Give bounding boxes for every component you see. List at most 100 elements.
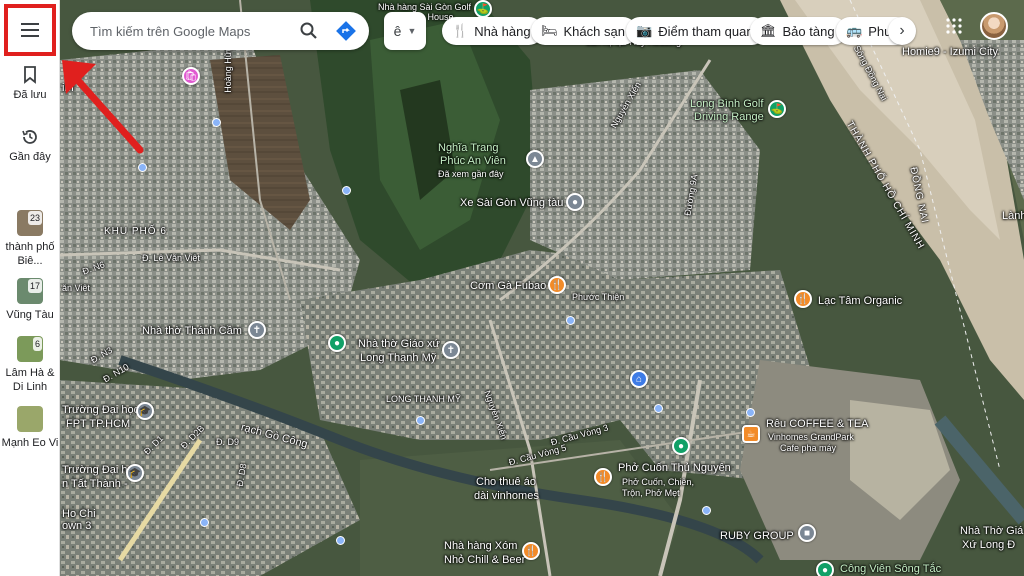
recent-place-label: Lâm Hà & Di Linh xyxy=(5,367,55,393)
chip-attractions[interactable]: 📷 Điểm tham quan xyxy=(626,17,766,45)
label-homie: Homie9 - Izumi City xyxy=(902,46,998,58)
saved-button[interactable]: Đã lưu xyxy=(0,66,60,102)
restaurant-pin[interactable]: 🍴 xyxy=(594,468,612,486)
label-minh3: own 3 xyxy=(62,520,92,532)
transit-dot[interactable] xyxy=(702,506,711,515)
label-long-thanh-my: Long Thạnh Mỹ xyxy=(360,352,437,364)
label-xe-sai-gon: Xe Sài Gòn Vũng tàu xyxy=(460,197,564,209)
restaurant-pin[interactable]: 🍴 xyxy=(794,290,812,308)
place-pin[interactable]: ● xyxy=(328,334,346,352)
label-truong-fpt: Trường Đại học xyxy=(62,404,140,416)
chip-label: Khách sạn xyxy=(563,23,625,39)
label-driving-range: Driving Range xyxy=(694,111,764,123)
left-rail: Đã lưu Gần đây 23 thành phố Biê... 17 Vũng … xyxy=(0,0,60,576)
transit-dot[interactable] xyxy=(212,118,221,127)
cemetery-pin[interactable]: ▲ xyxy=(526,150,544,168)
label-reu-coffee: Rêu COFFEE & TEA xyxy=(766,418,869,430)
layer-select[interactable]: ê ▼ xyxy=(384,12,426,50)
place-thumbnail xyxy=(17,406,43,432)
label-dai-vinhomes: dài vinhomes xyxy=(474,490,539,502)
search-icon[interactable] xyxy=(299,21,319,41)
highlight-box xyxy=(4,4,56,56)
label-d-d9: Đ. D9 xyxy=(216,437,240,447)
label-ruby-group: RUBY GROUP xyxy=(720,530,794,542)
chips-next-button[interactable]: › xyxy=(888,17,916,45)
transit-dot[interactable] xyxy=(342,186,351,195)
label-nghia-trang: Nghĩa Trang xyxy=(438,142,499,154)
label-nha-tho-giao-xu-long: Nhà Thờ Giá xyxy=(960,525,1024,537)
account-avatar[interactable] xyxy=(980,12,1008,40)
search-box[interactable] xyxy=(72,12,369,50)
label-long-thanh-my-area: LONG THẠNH MỸ xyxy=(386,394,461,404)
apps-grid-icon[interactable] xyxy=(946,18,962,34)
label-le-van-viet: Đ. Lê Văn Việt xyxy=(142,253,200,263)
park-pin[interactable]: ● xyxy=(816,561,834,576)
museum-icon: 🏛 xyxy=(760,23,777,38)
label-nho-chill: Nhỏ Chill & Beer xyxy=(444,554,526,566)
label-pho-cuon-sub2: Trộn, Phở Mẹt xyxy=(622,488,680,498)
label-van-viet: ăn Việt xyxy=(62,283,90,293)
golf-pin[interactable]: ⛳ xyxy=(768,100,786,118)
transit-dot[interactable] xyxy=(654,404,663,413)
label-da-xem: Đã xem gần đây xyxy=(438,169,504,179)
university-pin[interactable]: 🎓 xyxy=(126,464,144,482)
chip-label: Nhà hàng xyxy=(474,23,531,39)
label-ntt: n Tất Thành - xyxy=(62,478,128,490)
label-pho-cuon: Phở Cuốn Thủ Nguyên xyxy=(618,462,731,474)
golf-pin[interactable]: ⛳ xyxy=(474,0,492,18)
recent-place-item[interactable]: 17 Vũng Tàu xyxy=(0,278,60,322)
label-cong-vien: Công Viên Sông Tắc xyxy=(840,563,942,575)
saved-label: Đã lưu xyxy=(13,89,47,101)
search-input[interactable] xyxy=(90,23,290,39)
label-phuoc-thien: Phước Thiện xyxy=(572,292,625,302)
place-count-badge: 23 xyxy=(27,211,42,225)
menu-button[interactable] xyxy=(4,4,56,56)
chip-hotels[interactable]: 🛏 Khách sạn xyxy=(531,17,637,45)
directions-icon[interactable] xyxy=(335,20,357,42)
label-pho-cuon-sub1: Phở Cuốn, Chiên, xyxy=(622,477,694,487)
place-thumbnail: 6 xyxy=(17,336,43,362)
map-canvas[interactable]: KHU PHỐ 6 Đ. Lê Văn Việt ăn Việt Đ. N6 Đ… xyxy=(60,0,1024,576)
home-pin[interactable]: ⌂ xyxy=(630,370,648,388)
label-com-ga: Cơm Gà Fubao xyxy=(470,280,547,292)
church-pin[interactable]: ✝ xyxy=(442,341,460,359)
bookmark-icon xyxy=(24,66,36,84)
shopping-pin[interactable]: 🛍 xyxy=(182,67,200,85)
church-pin[interactable]: ✝ xyxy=(248,321,266,339)
recent-place-item[interactable]: 23 thành phố Biê... xyxy=(0,210,60,268)
transit-dot[interactable] xyxy=(416,416,425,425)
university-pin[interactable]: 🎓 xyxy=(136,402,154,420)
transit-dot[interactable] xyxy=(200,518,209,527)
transit-dot[interactable] xyxy=(138,163,147,172)
label-ho-chi: Ho Chi xyxy=(62,508,96,520)
label-cho-thue: Cho thuê áo xyxy=(476,476,536,488)
camera-icon: 📷 xyxy=(636,23,653,38)
cafe-pin[interactable]: ☕ xyxy=(742,425,760,443)
transit-dot[interactable] xyxy=(566,316,575,325)
chip-restaurants[interactable]: 🍴 Nhà hàng xyxy=(442,17,543,45)
label-cafe-pha-may: Cafe pha máy xyxy=(780,443,837,453)
label-phuc-an-vien: Phúc An Viên xyxy=(440,155,506,167)
recent-button[interactable]: Gần đây xyxy=(0,128,60,164)
building-pin[interactable]: ■ xyxy=(798,524,816,542)
recent-place-item[interactable]: 6 Lâm Hà & Di Linh xyxy=(0,336,60,394)
location-pin[interactable]: ● xyxy=(566,193,584,211)
transit-dot[interactable] xyxy=(336,536,345,545)
place-count-badge: 17 xyxy=(27,279,42,293)
label-khu-pho-6: KHU PHỐ 6 xyxy=(104,226,167,237)
annotation-arrow xyxy=(62,60,144,154)
label-nha-hang-xom: Nhà hàng Xóm xyxy=(444,540,518,552)
bed-icon: 🛏 xyxy=(541,23,558,38)
recent-label: Gần đây xyxy=(9,151,51,163)
label-lac-tam: Lạc Tâm Organic xyxy=(818,295,903,307)
restaurant-pin[interactable]: 🍴 xyxy=(522,542,540,560)
chip-museums[interactable]: 🏛 Bảo tàng xyxy=(750,17,847,45)
recent-place-label: thành phố Biê... xyxy=(5,241,55,267)
place-pin[interactable]: ● xyxy=(672,437,690,455)
restaurant-pin[interactable]: 🍴 xyxy=(548,276,566,294)
transit-dot[interactable] xyxy=(746,408,755,417)
layer-value: ê xyxy=(393,23,402,39)
recent-place-label: Mạnh Eo Vi xyxy=(1,437,59,449)
label-nha-tho-giao-xu: Nhà thờ Giáo xứ xyxy=(358,338,440,350)
recent-place-item[interactable]: Mạnh Eo Vi xyxy=(0,406,60,450)
